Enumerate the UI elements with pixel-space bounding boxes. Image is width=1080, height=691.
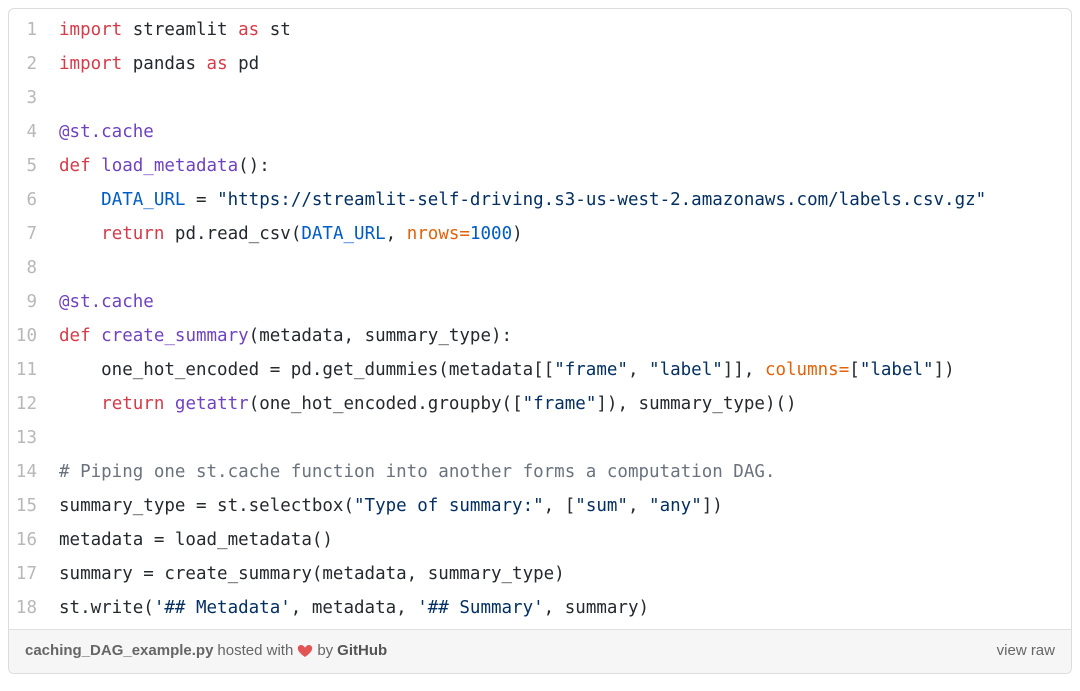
code-line: DATA_URL = "https://streamlit-self-drivi… [59, 183, 1061, 217]
gist-footer: caching_DAG_example.py hosted with by Gi… [9, 629, 1071, 673]
line-number: 5 [13, 149, 39, 183]
hosted-with-text: hosted with [217, 642, 293, 659]
line-number: 3 [13, 81, 39, 115]
line-number: 1 [13, 13, 39, 47]
line-number: 12 [13, 387, 39, 421]
by-text: by [317, 642, 333, 659]
code-line: one_hot_encoded = pd.get_dummies(metadat… [59, 353, 1061, 387]
line-number: 9 [13, 285, 39, 319]
source-code[interactable]: import streamlit as stimport pandas as p… [51, 9, 1071, 629]
heart-icon [297, 643, 313, 659]
code-line: return getattr(one_hot_encoded.groupby([… [59, 387, 1061, 421]
line-number: 14 [13, 455, 39, 489]
code-line: return pd.read_csv(DATA_URL, nrows=1000) [59, 217, 1061, 251]
code-line: metadata = load_metadata() [59, 523, 1061, 557]
code-line: @st.cache [59, 285, 1061, 319]
filename-link[interactable]: caching_DAG_example.py [25, 642, 213, 659]
code-line: def create_summary(metadata, summary_typ… [59, 319, 1061, 353]
line-number: 16 [13, 523, 39, 557]
line-number: 18 [13, 591, 39, 625]
code-line: st.write('## Metadata', metadata, '## Su… [59, 591, 1061, 625]
code-line: import pandas as pd [59, 47, 1061, 81]
github-link[interactable]: GitHub [337, 642, 387, 659]
code-line: summary = create_summary(metadata, summa… [59, 557, 1061, 591]
code-line: @st.cache [59, 115, 1061, 149]
code-line [59, 251, 1061, 285]
line-number: 17 [13, 557, 39, 591]
footer-left: caching_DAG_example.py hosted with by Gi… [25, 642, 387, 659]
line-number: 7 [13, 217, 39, 251]
line-number: 2 [13, 47, 39, 81]
gist-container: 123456789101112131415161718 import strea… [8, 8, 1072, 674]
line-number: 8 [13, 251, 39, 285]
code-line [59, 81, 1061, 115]
view-raw-link[interactable]: view raw [997, 642, 1055, 659]
code-line: import streamlit as st [59, 13, 1061, 47]
code-line [59, 421, 1061, 455]
line-number: 15 [13, 489, 39, 523]
code-line: # Piping one st.cache function into anot… [59, 455, 1061, 489]
line-number: 6 [13, 183, 39, 217]
code-line: summary_type = st.selectbox("Type of sum… [59, 489, 1061, 523]
code-line: def load_metadata(): [59, 149, 1061, 183]
line-number: 4 [13, 115, 39, 149]
line-number: 13 [13, 421, 39, 455]
line-number: 11 [13, 353, 39, 387]
line-number-gutter: 123456789101112131415161718 [9, 9, 51, 629]
line-number: 10 [13, 319, 39, 353]
code-block: 123456789101112131415161718 import strea… [9, 9, 1071, 629]
